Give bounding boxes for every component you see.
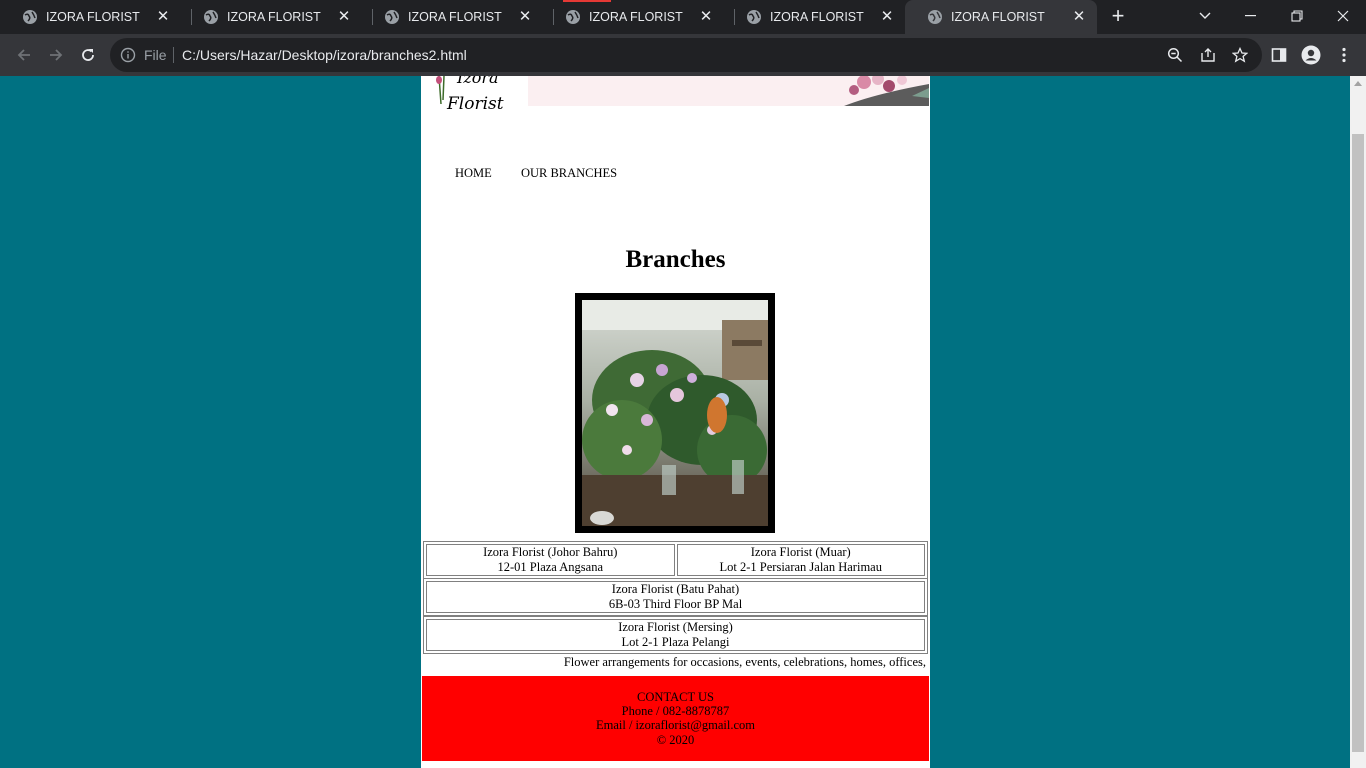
profile-button[interactable] [1298, 42, 1324, 68]
tab-3[interactable]: IZORA FLORIST ✕ [362, 0, 543, 34]
logo-text-top: Izora [457, 76, 499, 87]
menu-button[interactable] [1331, 42, 1357, 68]
chevron-down-icon [1199, 12, 1211, 19]
arrow-right-icon [50, 49, 63, 61]
tab-title: IZORA FLORIST [589, 10, 683, 24]
tab-search-button[interactable] [1182, 0, 1228, 32]
footer-phone: Phone / 082-8878787 [621, 704, 730, 719]
flower-shop-image [582, 300, 768, 526]
branch-table-row-1: Izora Florist (Johor Bahru) 12-01 Plaza … [423, 541, 928, 579]
branch-name: Izora Florist (Batu Pahat) [611, 582, 740, 596]
minimize-icon [1245, 15, 1256, 17]
web-viewport: Izora Florist HOME OUR BRANCHES Branches [0, 76, 1350, 768]
tab-title: IZORA FLORIST [408, 10, 502, 24]
address-bar[interactable]: File C:/Users/Hazar/Desktop/izora/branch… [110, 38, 1262, 72]
page-container: Izora Florist HOME OUR BRANCHES Branches [421, 76, 930, 768]
star-icon [1232, 47, 1248, 63]
footer-email: Email / izoraflorist@gmail.com [595, 718, 756, 733]
arrow-left-icon [17, 49, 30, 61]
reload-button[interactable] [75, 42, 101, 68]
profile-icon [1301, 45, 1321, 65]
tab-title: IZORA FLORIST [46, 10, 140, 24]
branch-name: Izora Florist (Mersing) [618, 620, 733, 634]
close-icon[interactable]: ✕ [155, 9, 171, 25]
vertical-scrollbar[interactable] [1350, 76, 1366, 768]
scroll-up-arrow-icon[interactable] [1354, 81, 1362, 86]
globe-icon [747, 10, 761, 24]
branch-name: Izora Florist (Johor Bahru) [483, 545, 618, 559]
main-nav: HOME OUR BRANCHES [455, 166, 643, 181]
logo: Izora Florist [435, 76, 515, 120]
nav-home-link[interactable]: HOME [455, 166, 492, 180]
branch-cell-mersing: Izora Florist (Mersing) Lot 2-1 Plaza Pe… [426, 619, 925, 651]
scheme-label: File [144, 47, 167, 63]
footer-heading: CONTACT US [637, 690, 714, 704]
nav-branches-link[interactable]: OUR BRANCHES [521, 166, 617, 180]
scrollbar-thumb[interactable] [1352, 134, 1364, 752]
tab-title: IZORA FLORIST [770, 10, 864, 24]
globe-icon [385, 10, 399, 24]
tab-title: IZORA FLORIST [951, 10, 1045, 24]
close-icon[interactable]: ✕ [1071, 9, 1087, 25]
tab-6-active[interactable]: IZORA FLORIST ✕ [905, 0, 1097, 34]
url-text[interactable]: C:/Users/Hazar/Desktop/izora/branches2.h… [182, 47, 467, 63]
tab-1[interactable]: IZORA FLORIST ✕ [0, 0, 181, 34]
logo-text: Florist [447, 94, 504, 114]
tab-5[interactable]: IZORA FLORIST ✕ [724, 0, 905, 34]
banner-flowers-image [834, 76, 929, 106]
footer: CONTACT US Phone / 082-8878787 Email / i… [422, 676, 929, 761]
close-icon[interactable]: ✕ [879, 9, 895, 25]
minimize-button[interactable] [1228, 0, 1274, 32]
side-panel-icon [1271, 48, 1287, 62]
branch-cell-batu-pahat: Izora Florist (Batu Pahat) 6B-03 Third F… [426, 581, 925, 613]
info-icon [120, 47, 136, 63]
tab-strip: IZORA FLORIST ✕ IZORA FLORIST ✕ IZORA FL… [0, 0, 1366, 34]
reload-icon [82, 49, 94, 61]
browser-toolbar: File C:/Users/Hazar/Desktop/izora/branch… [0, 34, 1366, 76]
back-button[interactable] [11, 42, 37, 68]
zoom-button[interactable] [1162, 42, 1188, 68]
tagline-marquee: Flower arrangements for occasions, event… [563, 655, 926, 669]
globe-icon [204, 10, 218, 24]
close-icon[interactable]: ✕ [336, 9, 352, 25]
branch-photo [575, 293, 775, 533]
share-button[interactable] [1195, 42, 1221, 68]
branch-address: Lot 2-1 Persiaran Jalan Harimau [719, 560, 882, 574]
zoom-icon [1167, 47, 1183, 63]
header-banner [528, 76, 929, 106]
page-title: Branches [625, 246, 726, 273]
branch-cell-muar: Izora Florist (Muar) Lot 2-1 Persiaran J… [676, 544, 925, 576]
branch-table-row-3: Izora Florist (Mersing) Lot 2-1 Plaza Pe… [423, 616, 928, 654]
forward-button[interactable] [43, 42, 69, 68]
share-icon [1201, 48, 1215, 62]
branch-cell-johor-bahru: Izora Florist (Johor Bahru) 12-01 Plaza … [426, 544, 675, 576]
branch-address: Lot 2-1 Plaza Pelangi [621, 635, 730, 649]
tab-2[interactable]: IZORA FLORIST ✕ [181, 0, 362, 34]
branch-name: Izora Florist (Muar) [750, 545, 851, 559]
tab-title: IZORA FLORIST [227, 10, 321, 24]
kebab-menu-icon [1342, 47, 1346, 63]
branch-address: 6B-03 Third Floor BP Mal [608, 597, 743, 611]
footer-copyright: © 2020 [656, 732, 695, 747]
bookmark-button[interactable] [1227, 42, 1253, 68]
close-window-button[interactable] [1320, 0, 1366, 32]
side-panel-button[interactable] [1266, 42, 1292, 68]
address-divider [173, 47, 174, 63]
restore-button[interactable] [1274, 0, 1320, 32]
branch-address: 12-01 Plaza Angsana [497, 560, 604, 574]
branch-table-row-2: Izora Florist (Batu Pahat) 6B-03 Third F… [423, 578, 928, 616]
restore-icon [1291, 10, 1303, 22]
globe-icon [23, 10, 37, 24]
close-icon[interactable]: ✕ [517, 9, 533, 25]
close-icon[interactable]: ✕ [698, 9, 714, 25]
tab-4[interactable]: IZORA FLORIST ✕ [543, 0, 724, 34]
close-icon [1337, 10, 1349, 22]
globe-icon [928, 10, 942, 24]
new-tab-button[interactable]: + [1106, 5, 1130, 29]
globe-icon [566, 10, 580, 24]
